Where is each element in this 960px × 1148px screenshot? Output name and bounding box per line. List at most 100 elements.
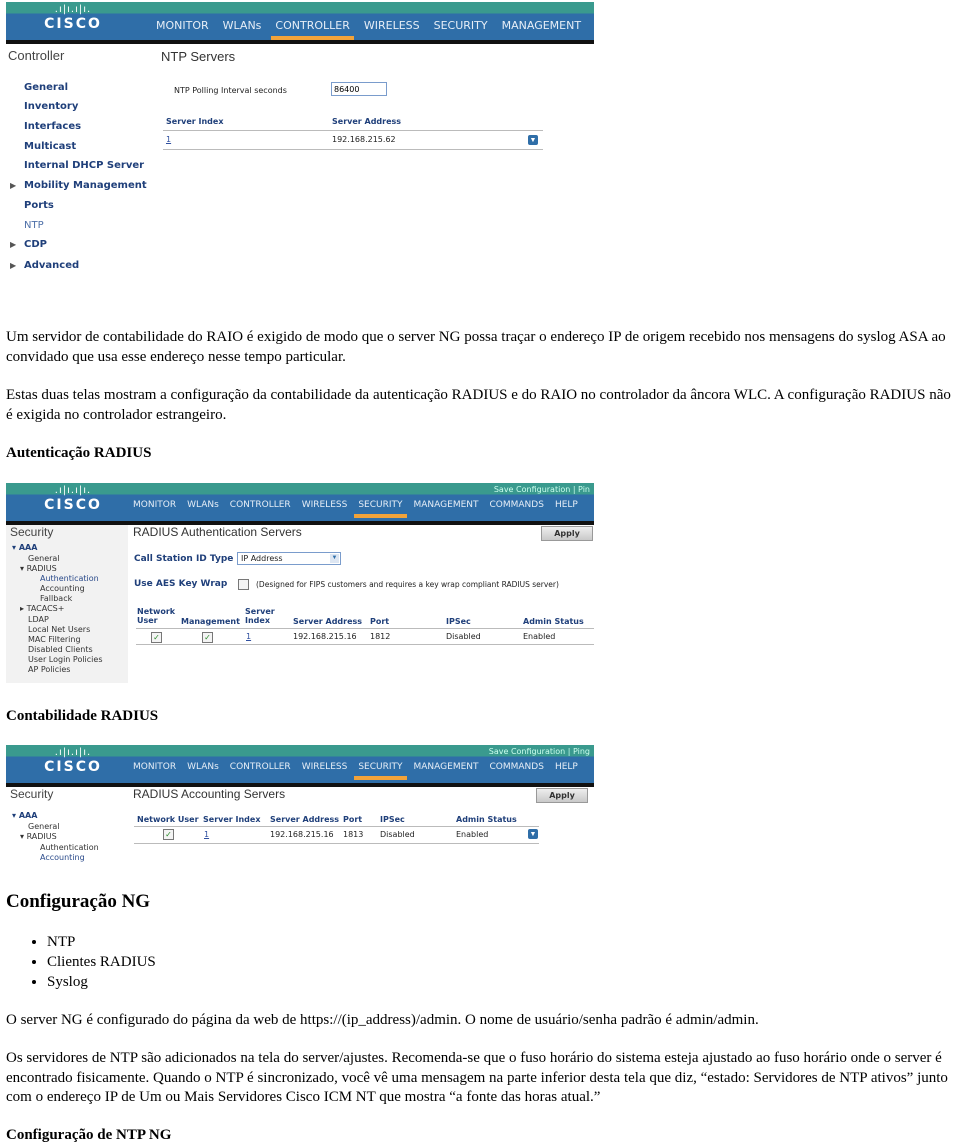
sidebar-item-authentication[interactable]: Authentication [40,843,99,852]
screenshot-radius-authentication: Save Configuration | Pin .ı|ı.ı|ı. CISCO… [6,483,594,683]
server-admin-status: Enabled [523,632,556,641]
save-configuration-link[interactable]: Save Configuration | Pin [494,485,590,494]
save-configuration-link[interactable]: Save Configuration | Ping [489,747,590,756]
server-index-link[interactable]: 1 [246,632,251,641]
paragraph-ntp-servers: Os servidores de NTP são adicionados na … [6,1050,948,1105]
sidebar-item-ports[interactable]: Ports [24,200,54,211]
sidebar-item-local-net-users[interactable]: Local Net Users [28,625,90,634]
heading-radius-authentication: Autenticação RADIUS [6,445,152,461]
list-item: Clientes RADIUS [47,952,156,972]
nav-help[interactable]: HELP [555,500,578,510]
heading-ntp-ng-configuration: Configuração de NTP NG [6,1127,172,1143]
sidebar-item-interfaces[interactable]: Interfaces [24,121,81,132]
row-dropdown-icon[interactable]: ▼ [528,829,538,839]
heading-ng-configuration: Configuração NG [6,891,151,912]
nav-divider [6,40,594,44]
sidebar-item-radius[interactable]: ▾ RADIUS [20,564,57,573]
column-header-ipsec: IPSec [380,815,405,824]
nav-security[interactable]: SECURITY [354,762,407,780]
heading-radius-accounting: Contabilidade RADIUS [6,708,159,724]
sidebar-item-authentication[interactable]: Authentication [40,574,99,583]
screenshot-radius-accounting: Save Configuration | Ping .ı|ı.ı|ı. CISC… [6,745,594,867]
sidebar-item-aaa[interactable]: ▾ AAA [12,811,37,820]
sidebar-item-fallback[interactable]: Fallback [40,594,72,603]
sidebar-item-radius[interactable]: ▾ RADIUS [20,832,57,841]
sidebar-item-user-login-policies[interactable]: User Login Policies [28,655,103,664]
server-index-link[interactable]: 1 [204,830,209,839]
nav-wireless[interactable]: WIRELESS [302,500,348,510]
column-header-admin-status: Admin Status [523,617,584,626]
column-header-server-address: Server Address [332,117,402,126]
cisco-logo: .ı|ı.ı|ı. CISCO [38,748,108,776]
main-menu: MONITOR WLANs CONTROLLER WIRELESS SECURI… [133,762,589,780]
sidebar-item-advanced[interactable]: ▶ Advanced [10,260,79,271]
nav-management[interactable]: MANAGEMENT [414,500,479,510]
sidebar-item-mac-filtering[interactable]: MAC Filtering [28,635,81,644]
list-item: NTP [47,932,156,952]
server-address: 192.168.215.16 [270,830,334,839]
nav-wlans[interactable]: WLANs [187,762,219,772]
nav-management[interactable]: MANAGEMENT [502,19,581,32]
nav-help[interactable]: HELP [555,762,578,772]
aes-key-wrap-checkbox[interactable] [238,579,249,590]
nav-controller[interactable]: CONTROLLER [230,762,291,772]
column-header-management: Management [181,617,240,626]
nav-wireless[interactable]: WIRELESS [302,762,348,772]
apply-button[interactable]: Apply [541,526,593,541]
sidebar-item-general[interactable]: General [24,82,68,93]
sidebar-item-aaa[interactable]: ▾ AAA [12,543,37,552]
sidebar-item-disabled-clients[interactable]: Disabled Clients [28,645,93,654]
column-header-ipsec: IPSec [446,617,471,626]
sidebar-item-ldap[interactable]: LDAP [28,615,49,624]
nav-commands[interactable]: COMMANDS [490,762,544,772]
sidebar-item-general[interactable]: General [28,554,60,563]
paragraph-screens-description: Estas duas telas mostram a configuração … [6,387,951,423]
nav-wlans[interactable]: WLANs [187,500,219,510]
aes-key-wrap-note: (Designed for FIPS customers and require… [256,580,559,589]
nav-monitor[interactable]: MONITOR [133,500,176,510]
cisco-bars-icon: .ı|ı.ı|ı. [54,485,92,496]
sidebar-item-internal-dhcp-server[interactable]: Internal DHCP Server [24,160,144,171]
server-ipsec: Disabled [380,830,415,839]
cisco-bars-icon: .ı|ı.ı|ı. [54,4,92,15]
nav-commands[interactable]: COMMANDS [490,500,544,510]
nav-controller[interactable]: CONTROLLER [230,500,291,510]
cisco-logo: .ı|ı.ı|ı. CISCO [38,5,108,33]
nav-management[interactable]: MANAGEMENT [414,762,479,772]
column-header-server-address: Server Address [270,815,340,824]
sidebar-item-ap-policies[interactable]: AP Policies [28,665,70,674]
polling-interval-input[interactable] [331,82,387,96]
network-user-checkbox[interactable]: ✓ [151,632,162,643]
sidebar-item-ntp[interactable]: NTP [24,220,44,231]
call-station-id-select[interactable]: IP Address ▼ [237,552,341,565]
column-header-port: Port [370,617,390,626]
column-header-admin-status: Admin Status [456,815,517,824]
sidebar-item-tacacs[interactable]: ▸ TACACS+ [20,604,64,613]
sidebar-item-accounting[interactable]: Accounting [40,584,85,593]
apply-button[interactable]: Apply [536,788,588,803]
sidebar-item-accounting[interactable]: Accounting [40,853,85,862]
management-checkbox[interactable]: ✓ [202,632,213,643]
nav-wireless[interactable]: WIRELESS [364,19,420,32]
call-station-id-label: Call Station ID Type [134,554,234,564]
nav-security[interactable]: SECURITY [434,19,488,32]
column-header-network-user: Network User [137,815,199,824]
nav-monitor[interactable]: MONITOR [133,762,176,772]
sidebar-item-general[interactable]: General [28,822,60,831]
expand-arrow-icon: ▶ [10,240,17,249]
sidebar-item-inventory[interactable]: Inventory [24,101,78,112]
network-user-checkbox[interactable]: ✓ [163,829,174,840]
server-index-link[interactable]: 1 [166,135,171,144]
column-header-server-address: Server Address [293,617,363,626]
nav-monitor[interactable]: MONITOR [156,19,209,32]
polling-interval-label: NTP Polling Interval seconds [174,86,287,95]
row-dropdown-icon[interactable]: ▼ [528,135,538,145]
server-ipsec: Disabled [446,632,481,641]
nav-controller[interactable]: CONTROLLER [271,19,355,40]
sidebar-item-multicast[interactable]: Multicast [24,141,76,152]
sidebar-item-mobility-management[interactable]: ▶ Mobility Management [10,180,147,191]
sidebar-item-cdp[interactable]: ▶ CDP [10,239,47,250]
nav-wlans[interactable]: WLANs [223,19,262,32]
nav-security[interactable]: SECURITY [354,500,407,518]
top-nav-bar: .ı|ı.ı|ı. CISCO MONITOR WLANs CONTROLLER… [6,2,594,40]
